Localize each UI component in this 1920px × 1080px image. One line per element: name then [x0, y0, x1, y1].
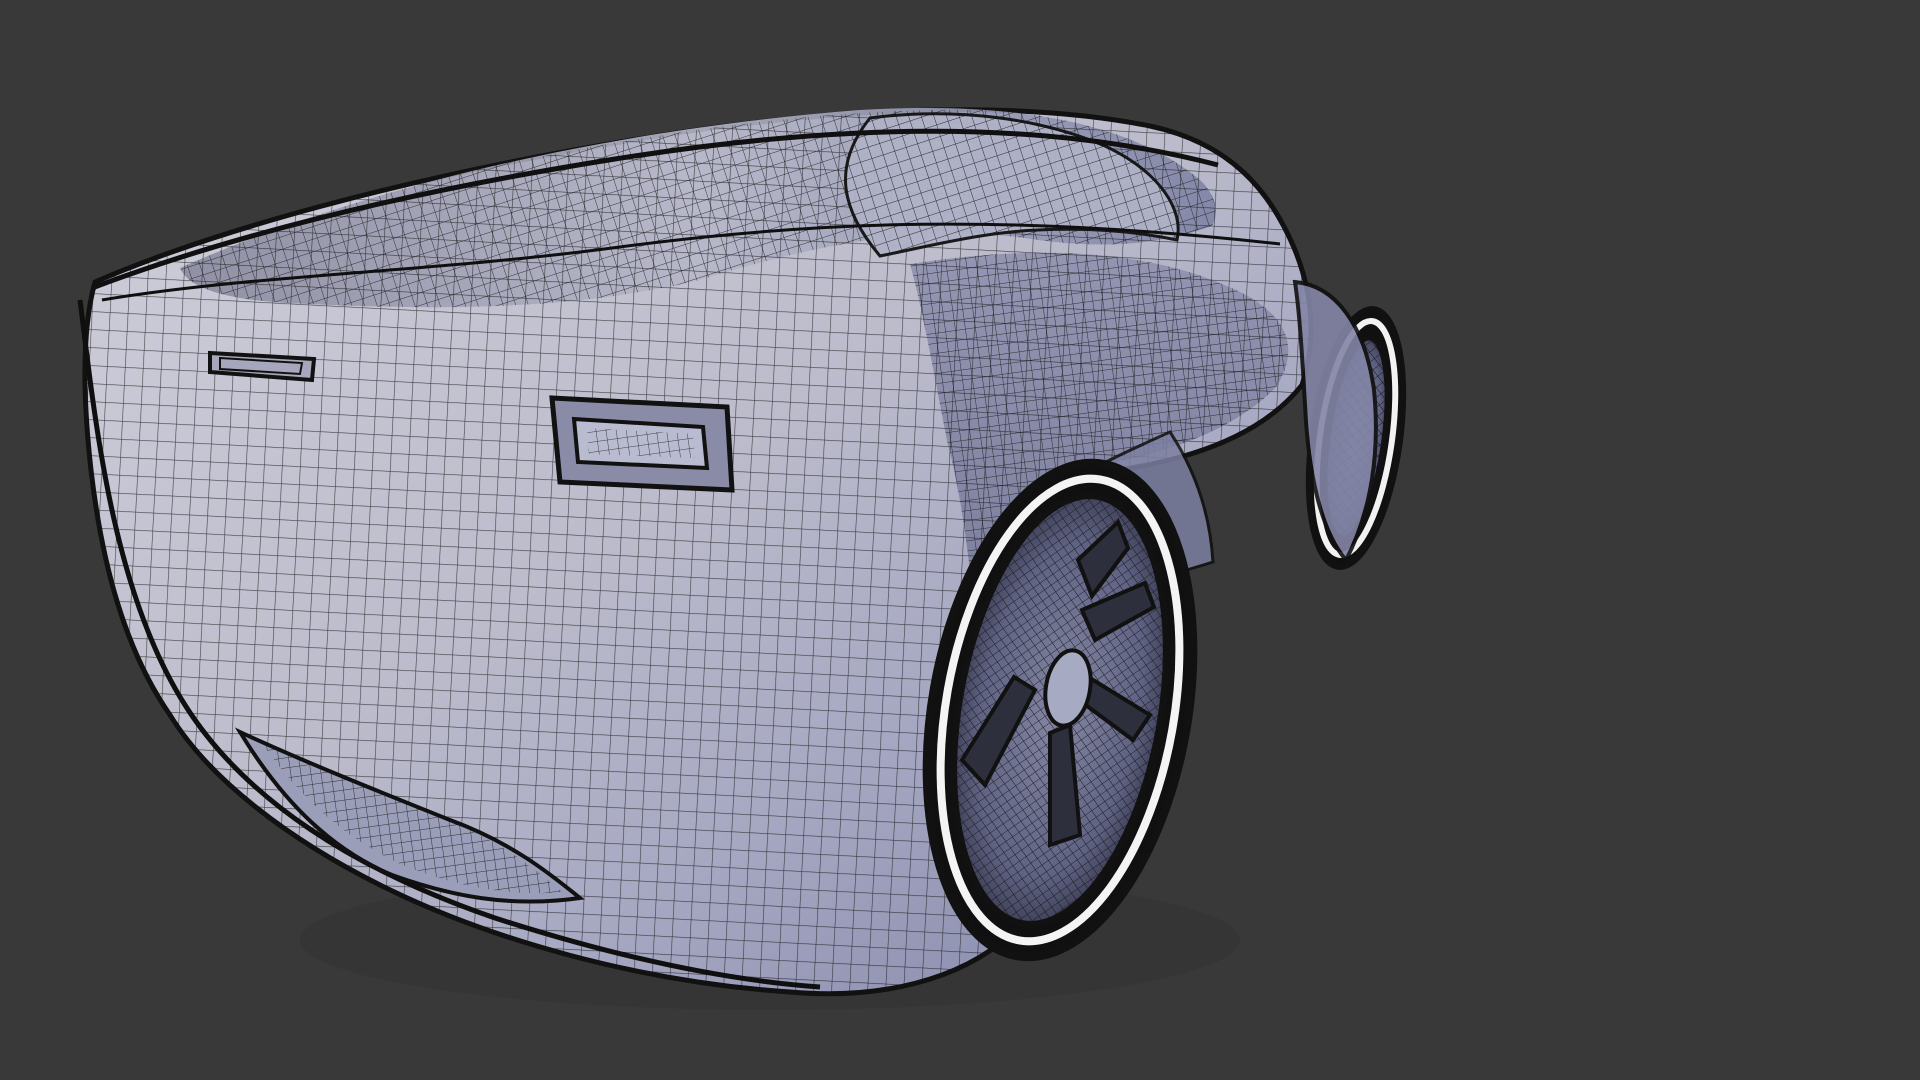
3d-viewport[interactable] [0, 0, 1920, 1080]
viewport-canvas[interactable] [0, 0, 1920, 1080]
headlight-right[interactable] [549, 395, 735, 493]
car-mesh[interactable] [60, 80, 1418, 1020]
